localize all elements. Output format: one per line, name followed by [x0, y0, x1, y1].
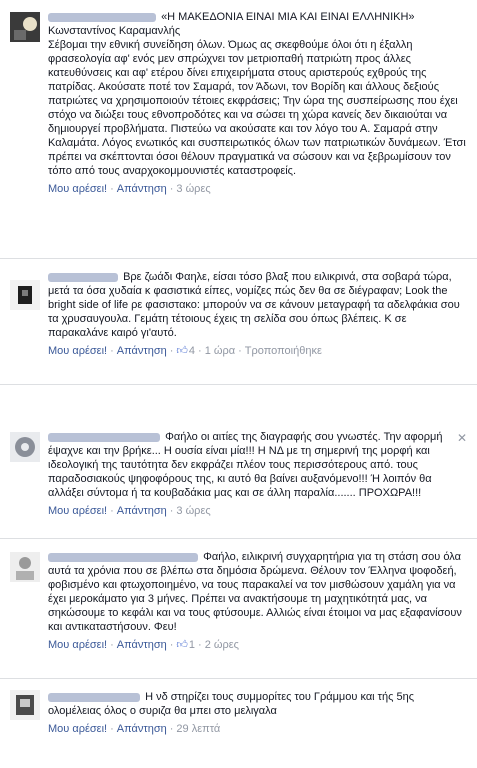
- comment-text-start: Βρε ζωάδι Φαηλε,: [123, 271, 211, 283]
- avatar[interactable]: [10, 432, 40, 462]
- author-name[interactable]: [48, 272, 118, 282]
- avatar[interactable]: [10, 690, 40, 720]
- comment-time[interactable]: 1 ώρα: [205, 345, 235, 357]
- thumbs-up-icon[interactable]: 👍︎: [176, 344, 188, 358]
- author-name-suffix[interactable]: «Η ΜΑΚΕΔΟΝΙΑ ΕΙΝΑΙ ΜΙΑ ΚΑΙ ΕΙΝΑΙ ΕΛΛΗΝΙΚ…: [161, 11, 415, 23]
- comment-text: σου όλα αυτά τα χρόνια που σε βλέπω στα …: [48, 551, 462, 633]
- comment-time[interactable]: 3 ώρες: [176, 505, 210, 517]
- separator: [0, 384, 477, 385]
- comment-5: Η νδ στηρίζει τους συμμορίτες του Γράμμο…: [0, 684, 477, 768]
- comment-actions: Μου αρέσει! · Απάντηση · 3 ώρες: [48, 505, 211, 517]
- comment-4: Φαήλο, ειλικρινή συγχαρητήρια για τη στά…: [0, 544, 477, 666]
- reply-link[interactable]: Απάντηση: [117, 639, 167, 651]
- avatar-image-icon: [10, 690, 40, 720]
- author-name[interactable]: [48, 12, 156, 22]
- like-link[interactable]: Μου αρέσει!: [48, 639, 107, 651]
- comment-1-author-line: «Η ΜΑΚΕΔΟΝΙΑ ΕΙΝΑΙ ΜΙΑ ΚΑΙ ΕΙΝΑΙ ΕΛΛΗΝΙΚ…: [48, 10, 467, 24]
- comment-1-subline: Κωνσταντίνος Καραμανλής: [48, 25, 181, 37]
- avatar-image-icon: [10, 12, 40, 42]
- comment-text: Σέβομαι την εθνική συνείδηση όλων. Όμως …: [48, 39, 466, 177]
- comment-time[interactable]: 2 ώρες: [205, 639, 239, 651]
- separator: [0, 258, 477, 259]
- avatar-image-icon: [10, 552, 40, 582]
- author-name[interactable]: [48, 552, 198, 562]
- like-link[interactable]: Μου αρέσει!: [48, 183, 107, 195]
- thumbs-up-icon[interactable]: 👍︎: [176, 638, 188, 652]
- avatar[interactable]: [10, 552, 40, 582]
- reply-link[interactable]: Απάντηση: [117, 345, 167, 357]
- comment-time[interactable]: 3 ώρες: [176, 183, 210, 195]
- comment-actions: Μου αρέσει! · Απάντηση · 👍︎1 · 2 ώρες: [48, 638, 239, 652]
- edited-label[interactable]: Τροποποιήθηκε: [245, 345, 322, 357]
- separator: [0, 678, 477, 679]
- like-link[interactable]: Μου αρέσει!: [48, 345, 107, 357]
- separator: [0, 538, 477, 539]
- comment-actions: Μου αρέσει! · Απάντηση · 👍︎4 · 1 ώρα · Τροποποιή…: [48, 344, 322, 358]
- close-icon[interactable]: ✕: [457, 431, 467, 445]
- reply-link[interactable]: Απάντηση: [117, 183, 167, 195]
- like-link[interactable]: Μου αρέσει!: [48, 505, 107, 517]
- author-name[interactable]: [48, 432, 160, 442]
- reply-link[interactable]: Απάντηση: [117, 723, 167, 735]
- comment-time[interactable]: 29 λεπτά: [176, 723, 220, 735]
- comment-2: Βρε ζωάδι Φαηλε, είσαι τόσο βλαξ που ειλ…: [0, 264, 477, 382]
- reply-link[interactable]: Απάντηση: [117, 505, 167, 517]
- comment-text-start: Φαήλο, ειλικρινή συγχαρητήρια για τη στά…: [203, 551, 419, 563]
- comment-actions: Μου αρέσει! · Απάντηση · 3 ώρες: [48, 183, 211, 195]
- avatar-image-icon: [10, 280, 40, 310]
- like-link[interactable]: Μου αρέσει!: [48, 723, 107, 735]
- comment-actions: Μου αρέσει! · Απάντηση · 29 λεπτά: [48, 723, 221, 735]
- comment-text-start: Η νδ στηρίζει τους συμμορίτες του Γράμμο…: [145, 691, 415, 703]
- comment-text-start: Φαήλο οι αιτίες της διαγραφής σου γνωστέ…: [165, 431, 381, 443]
- comment-3: ✕ Φαήλο οι αιτίες της διαγραφής σου γνωσ…: [0, 424, 477, 534]
- comment-1: «Η ΜΑΚΕΔΟΝΙΑ ΕΙΝΑΙ ΜΙΑ ΚΑΙ ΕΙΝΑΙ ΕΛΛΗΝΙΚ…: [0, 0, 477, 258]
- avatar-image-icon: [10, 432, 40, 462]
- avatar[interactable]: [10, 12, 40, 42]
- comment-text: ολομέλειας όλος ο συριζα θα μπει στο μελ…: [48, 705, 277, 717]
- author-name[interactable]: [48, 692, 140, 702]
- avatar[interactable]: [10, 280, 40, 310]
